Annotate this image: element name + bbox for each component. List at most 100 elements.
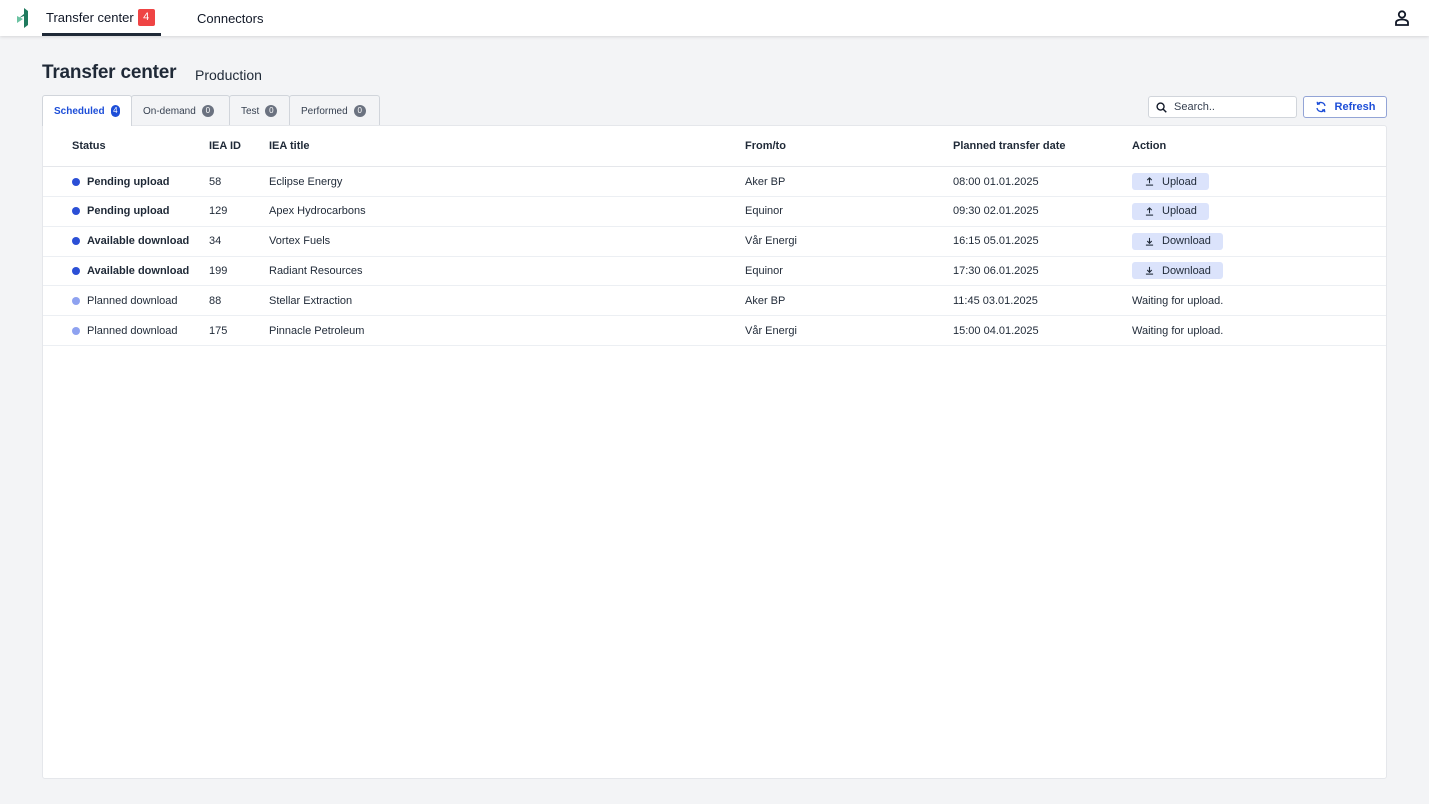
action-cell: Upload <box>1132 197 1209 226</box>
download-button[interactable]: Download <box>1132 262 1223 280</box>
action-cell: Upload <box>1132 167 1209 196</box>
tab-label: Scheduled <box>54 105 105 117</box>
status-dot <box>72 177 80 186</box>
column-header-iea-title[interactable]: IEA title <box>269 140 310 152</box>
iea-title-cell: Radiant Resources <box>269 264 363 277</box>
search-icon <box>1156 101 1167 113</box>
page-title: Transfer center <box>42 62 177 83</box>
tab-test[interactable]: Test 0 <box>229 95 290 126</box>
iea-id-cell: 175 <box>209 324 228 337</box>
page-subtitle: Production <box>195 67 262 83</box>
status-label: Planned download <box>87 324 178 337</box>
from-to-cell: Vår Energi <box>745 324 797 337</box>
table-row: Planned download 175 Pinnacle Petroleum Vår… <box>43 316 1386 346</box>
status-cell: Pending upload <box>72 197 170 226</box>
action-cell: Download <box>1132 227 1223 256</box>
transfer-tabs: Scheduled 4 On-demand 0 Test 0 Performed… <box>42 95 380 126</box>
status-cell: Pending upload <box>72 167 170 196</box>
tab-on-demand[interactable]: On-demand 0 <box>131 95 230 126</box>
refresh-label: Refresh <box>1334 101 1376 113</box>
from-to-cell: Vår Energi <box>745 235 797 248</box>
from-to-cell: Equinor <box>745 264 783 277</box>
table-header: Status IEA ID IEA title From/to Planned … <box>43 126 1386 167</box>
download-button[interactable]: Download <box>1132 232 1223 250</box>
nav-item-label: Transfer center <box>46 9 134 25</box>
table-row: Available download 34 Vortex Fuels Vår Ener… <box>43 227 1386 257</box>
brand-logo-icon[interactable] <box>17 8 31 28</box>
iea-title-cell: Pinnacle Petroleum <box>269 324 365 337</box>
column-header-iea-id[interactable]: IEA ID <box>209 140 241 152</box>
status-dot <box>72 266 80 275</box>
refresh-icon <box>1315 101 1326 113</box>
iea-title-cell: Vortex Fuels <box>269 235 331 248</box>
action-label: Download <box>1162 235 1211 248</box>
column-header-from-to[interactable]: From/to <box>745 140 786 152</box>
status-cell: Planned download <box>72 316 178 345</box>
iea-id-cell: 58 <box>209 175 222 188</box>
action-label: Download <box>1162 264 1211 277</box>
planned-date-cell: 16:15 05.01.2025 <box>953 235 1039 248</box>
column-header-planned-date[interactable]: Planned transfer date <box>953 140 1065 152</box>
upload-icon <box>1145 177 1154 186</box>
nav-item-transfer-center[interactable]: Transfer center 4 <box>42 0 161 36</box>
status-cell: Available download <box>72 256 189 285</box>
action-status-text: Waiting for upload. <box>1132 324 1224 337</box>
upload-button[interactable]: Upload <box>1132 173 1209 190</box>
action-cell: Waiting for upload. <box>1132 316 1223 345</box>
iea-id-cell: 88 <box>209 294 222 307</box>
download-icon <box>1145 267 1154 276</box>
tab-label: On-demand <box>143 105 196 117</box>
from-to-cell: Aker BP <box>745 294 786 307</box>
download-icon <box>1145 237 1154 246</box>
status-cell: Available download <box>72 227 189 256</box>
action-cell: Download <box>1132 256 1223 285</box>
status-dot <box>72 326 80 335</box>
table-row: Planned download 88 Stellar Extraction Aker… <box>43 286 1386 317</box>
search-input[interactable] <box>1174 101 1292 113</box>
iea-id-cell: 199 <box>209 264 228 277</box>
tab-label: Performed <box>301 105 348 117</box>
tab-count-badge: 0 <box>353 105 366 117</box>
table-row: Available download 199 Radiant Resources Eq… <box>43 256 1386 287</box>
upload-icon <box>1145 206 1154 216</box>
action-status-text: Waiting for upload. <box>1132 294 1224 307</box>
action-label: Upload <box>1162 205 1197 218</box>
status-label: Available download <box>87 264 190 277</box>
column-header-status[interactable]: Status <box>72 140 106 152</box>
iea-title-cell: Stellar Extraction <box>269 294 353 307</box>
action-label: Upload <box>1162 175 1197 188</box>
table-row: Pending upload 58 Eclipse Energy Aker BP 08:… <box>43 167 1386 197</box>
planned-date-cell: 09:30 02.01.2025 <box>953 205 1039 218</box>
action-cell: Waiting for upload. <box>1132 286 1223 315</box>
iea-id-cell: 34 <box>209 235 222 248</box>
nav-item-label: Connectors <box>197 10 264 26</box>
planned-date-cell: 17:30 06.01.2025 <box>953 264 1039 277</box>
tab-count-badge: 0 <box>201 105 214 117</box>
planned-date-cell: 15:00 04.01.2025 <box>953 324 1039 337</box>
status-dot <box>72 207 80 216</box>
planned-date-cell: 08:00 01.01.2025 <box>953 175 1039 188</box>
upload-button[interactable]: Upload <box>1132 202 1209 220</box>
tab-count-badge: 4 <box>110 105 120 117</box>
status-cell: Planned download <box>72 286 178 315</box>
from-to-cell: Aker BP <box>745 175 786 188</box>
status-label: Pending upload <box>87 175 170 188</box>
tab-count-badge: 0 <box>265 105 278 117</box>
transfers-table: Status IEA ID IEA title From/to Planned … <box>42 125 1387 779</box>
iea-title-cell: Apex Hydrocarbons <box>269 205 366 218</box>
table-row: Pending upload 129 Apex Hydrocarbons Equino… <box>43 197 1386 227</box>
tab-performed[interactable]: Performed 0 <box>289 95 380 126</box>
iea-title-cell: Eclipse Energy <box>269 175 343 188</box>
planned-date-cell: 11:45 03.01.2025 <box>953 294 1038 307</box>
status-dot <box>72 237 80 246</box>
status-dot <box>72 296 80 305</box>
from-to-cell: Equinor <box>745 205 783 218</box>
tab-label: Test <box>241 105 260 117</box>
refresh-button[interactable]: Refresh <box>1303 96 1387 118</box>
user-icon[interactable] <box>1395 10 1409 26</box>
notification-badge: 4 <box>137 8 155 26</box>
nav-item-connectors[interactable]: Connectors <box>197 0 263 36</box>
status-label: Available download <box>87 235 190 248</box>
column-header-action: Action <box>1132 140 1167 152</box>
tab-scheduled[interactable]: Scheduled 4 <box>42 95 132 126</box>
